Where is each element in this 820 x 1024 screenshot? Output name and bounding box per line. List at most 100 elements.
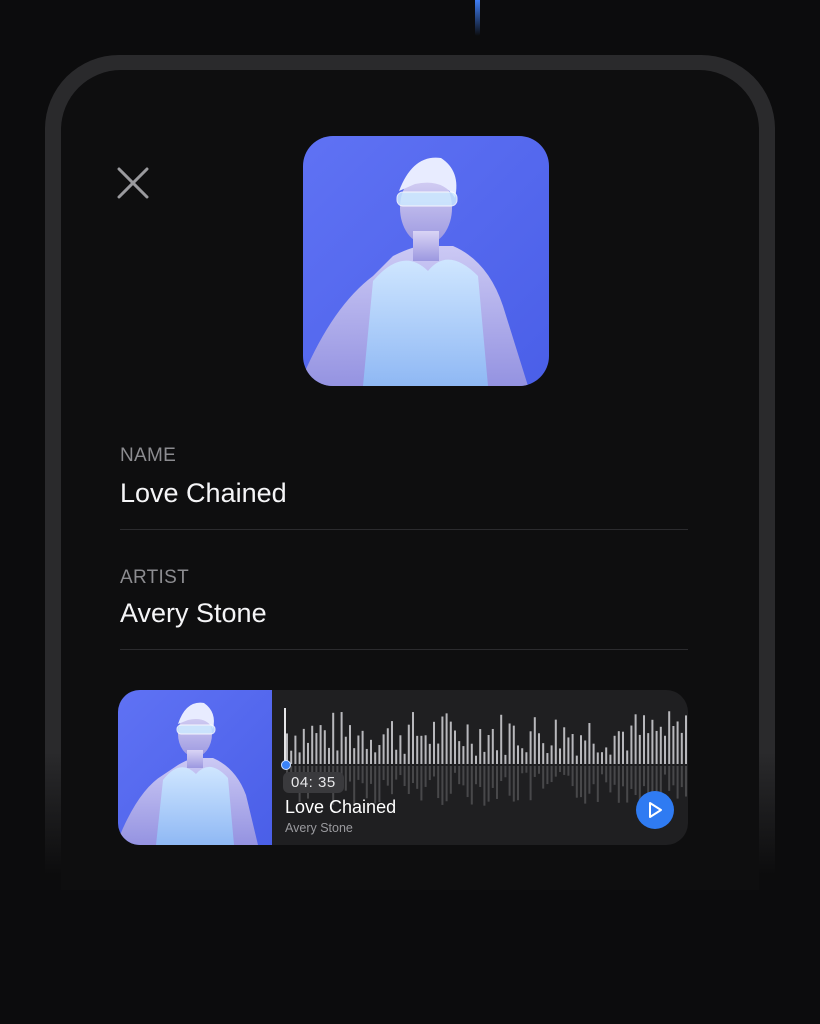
waveform-bar [403,753,406,764]
play-icon [649,802,662,818]
waveform-bar [588,723,591,764]
waveform-bar [504,754,507,764]
waveform-bar [664,735,666,764]
waveform-bar [445,713,448,764]
waveform-bar [483,751,486,764]
audio-player[interactable]: 04: 35 Love Chained Avery Stone [118,690,688,845]
waveform-bar [466,724,469,764]
waveform-bar [449,721,452,764]
waveform-bar [672,725,675,764]
waveform-bar [659,726,662,764]
waveform-reflection [605,766,608,783]
waveform-bar [454,730,456,764]
waveform-bar [475,755,477,764]
waveform-reflection [344,766,347,791]
waveform-reflection [357,766,360,780]
waveform-reflection [588,766,591,794]
waveform-bar [374,752,377,764]
waveform[interactable] [278,702,688,812]
waveform-reflection [420,766,423,801]
waveform-bar [680,732,683,764]
waveform-bar [496,750,498,764]
waveform-bar [668,711,671,764]
waveform-reflection [643,766,645,787]
waveform-bar [302,728,305,764]
divider [120,649,688,650]
waveform-reflection [517,766,519,801]
waveform-bar [315,733,318,764]
waveform-reflection [563,766,566,775]
waveform-reflection [559,766,561,773]
close-icon [117,167,149,199]
waveform-bar [685,715,687,764]
waveform-bar [462,746,465,764]
waveform-bar [399,735,402,764]
waveform-reflection [412,766,414,784]
waveform-bar [538,733,540,764]
waveform-bar [638,734,641,764]
close-button[interactable] [115,165,151,201]
waveform-bar [630,725,633,764]
waveform-bar [395,749,398,764]
waveform-bar [575,755,578,764]
waveform-bar [416,735,419,764]
waveform-reflection [349,766,351,782]
waveform-bar [458,741,461,764]
waveform-bar [294,735,297,764]
waveform-reflection [365,766,368,799]
waveform-bar [349,725,351,764]
waveform-reflection [361,766,364,784]
waveform-bar [596,752,599,764]
waveform-reflection [437,766,440,799]
playhead[interactable] [284,708,286,764]
waveform-bar [382,734,385,764]
waveform-reflection [386,766,389,786]
waveform-bar [370,739,372,764]
waveform-reflection [550,766,553,783]
waveform-reflection [601,766,603,775]
waveform-bar [386,728,389,764]
waveform-reflection [525,766,528,773]
waveform-bar [533,717,536,764]
waveform-bar [512,725,515,764]
waveform-bar [550,745,553,764]
top-indicator [475,0,480,36]
waveform-reflection [399,766,402,776]
waveform-reflection [395,766,398,780]
waveform-bar [332,712,335,764]
waveform-bar [542,743,545,764]
waveform-reflection [470,766,473,805]
waveform-reflection [592,766,595,785]
waveform-bar [298,752,301,764]
waveform-reflection [483,766,486,806]
waveform-bar [622,731,624,764]
waveform-bar [441,716,444,764]
waveform-bar [428,743,431,764]
waveform-reflection [580,766,582,798]
waveform-bar [391,721,393,764]
playhead-handle[interactable] [281,760,291,770]
waveform-reflection [441,766,444,805]
player-thumbnail [118,690,272,845]
play-button[interactable] [636,791,674,829]
waveform-reflection [672,766,675,786]
waveform-reflection [630,766,633,789]
waveform-bar [340,712,343,764]
waveform-bar [643,715,645,764]
waveform-bar [437,743,440,764]
waveform-reflection [370,766,372,784]
waveform-bar [491,728,494,764]
waveform-bar [601,752,603,764]
waveform-reflection [668,766,671,791]
waveform-bar [378,745,381,764]
waveform-bar [605,747,608,764]
waveform-bar [344,736,347,764]
waveform-bar [517,745,519,764]
waveform-reflection [479,766,482,787]
waveform-reflection [538,766,540,774]
waveform-reflection [512,766,515,802]
waveform-bar [479,729,482,764]
waveform-bar [336,750,339,764]
waveform-reflection [500,766,503,781]
waveform-reflection [475,766,477,785]
